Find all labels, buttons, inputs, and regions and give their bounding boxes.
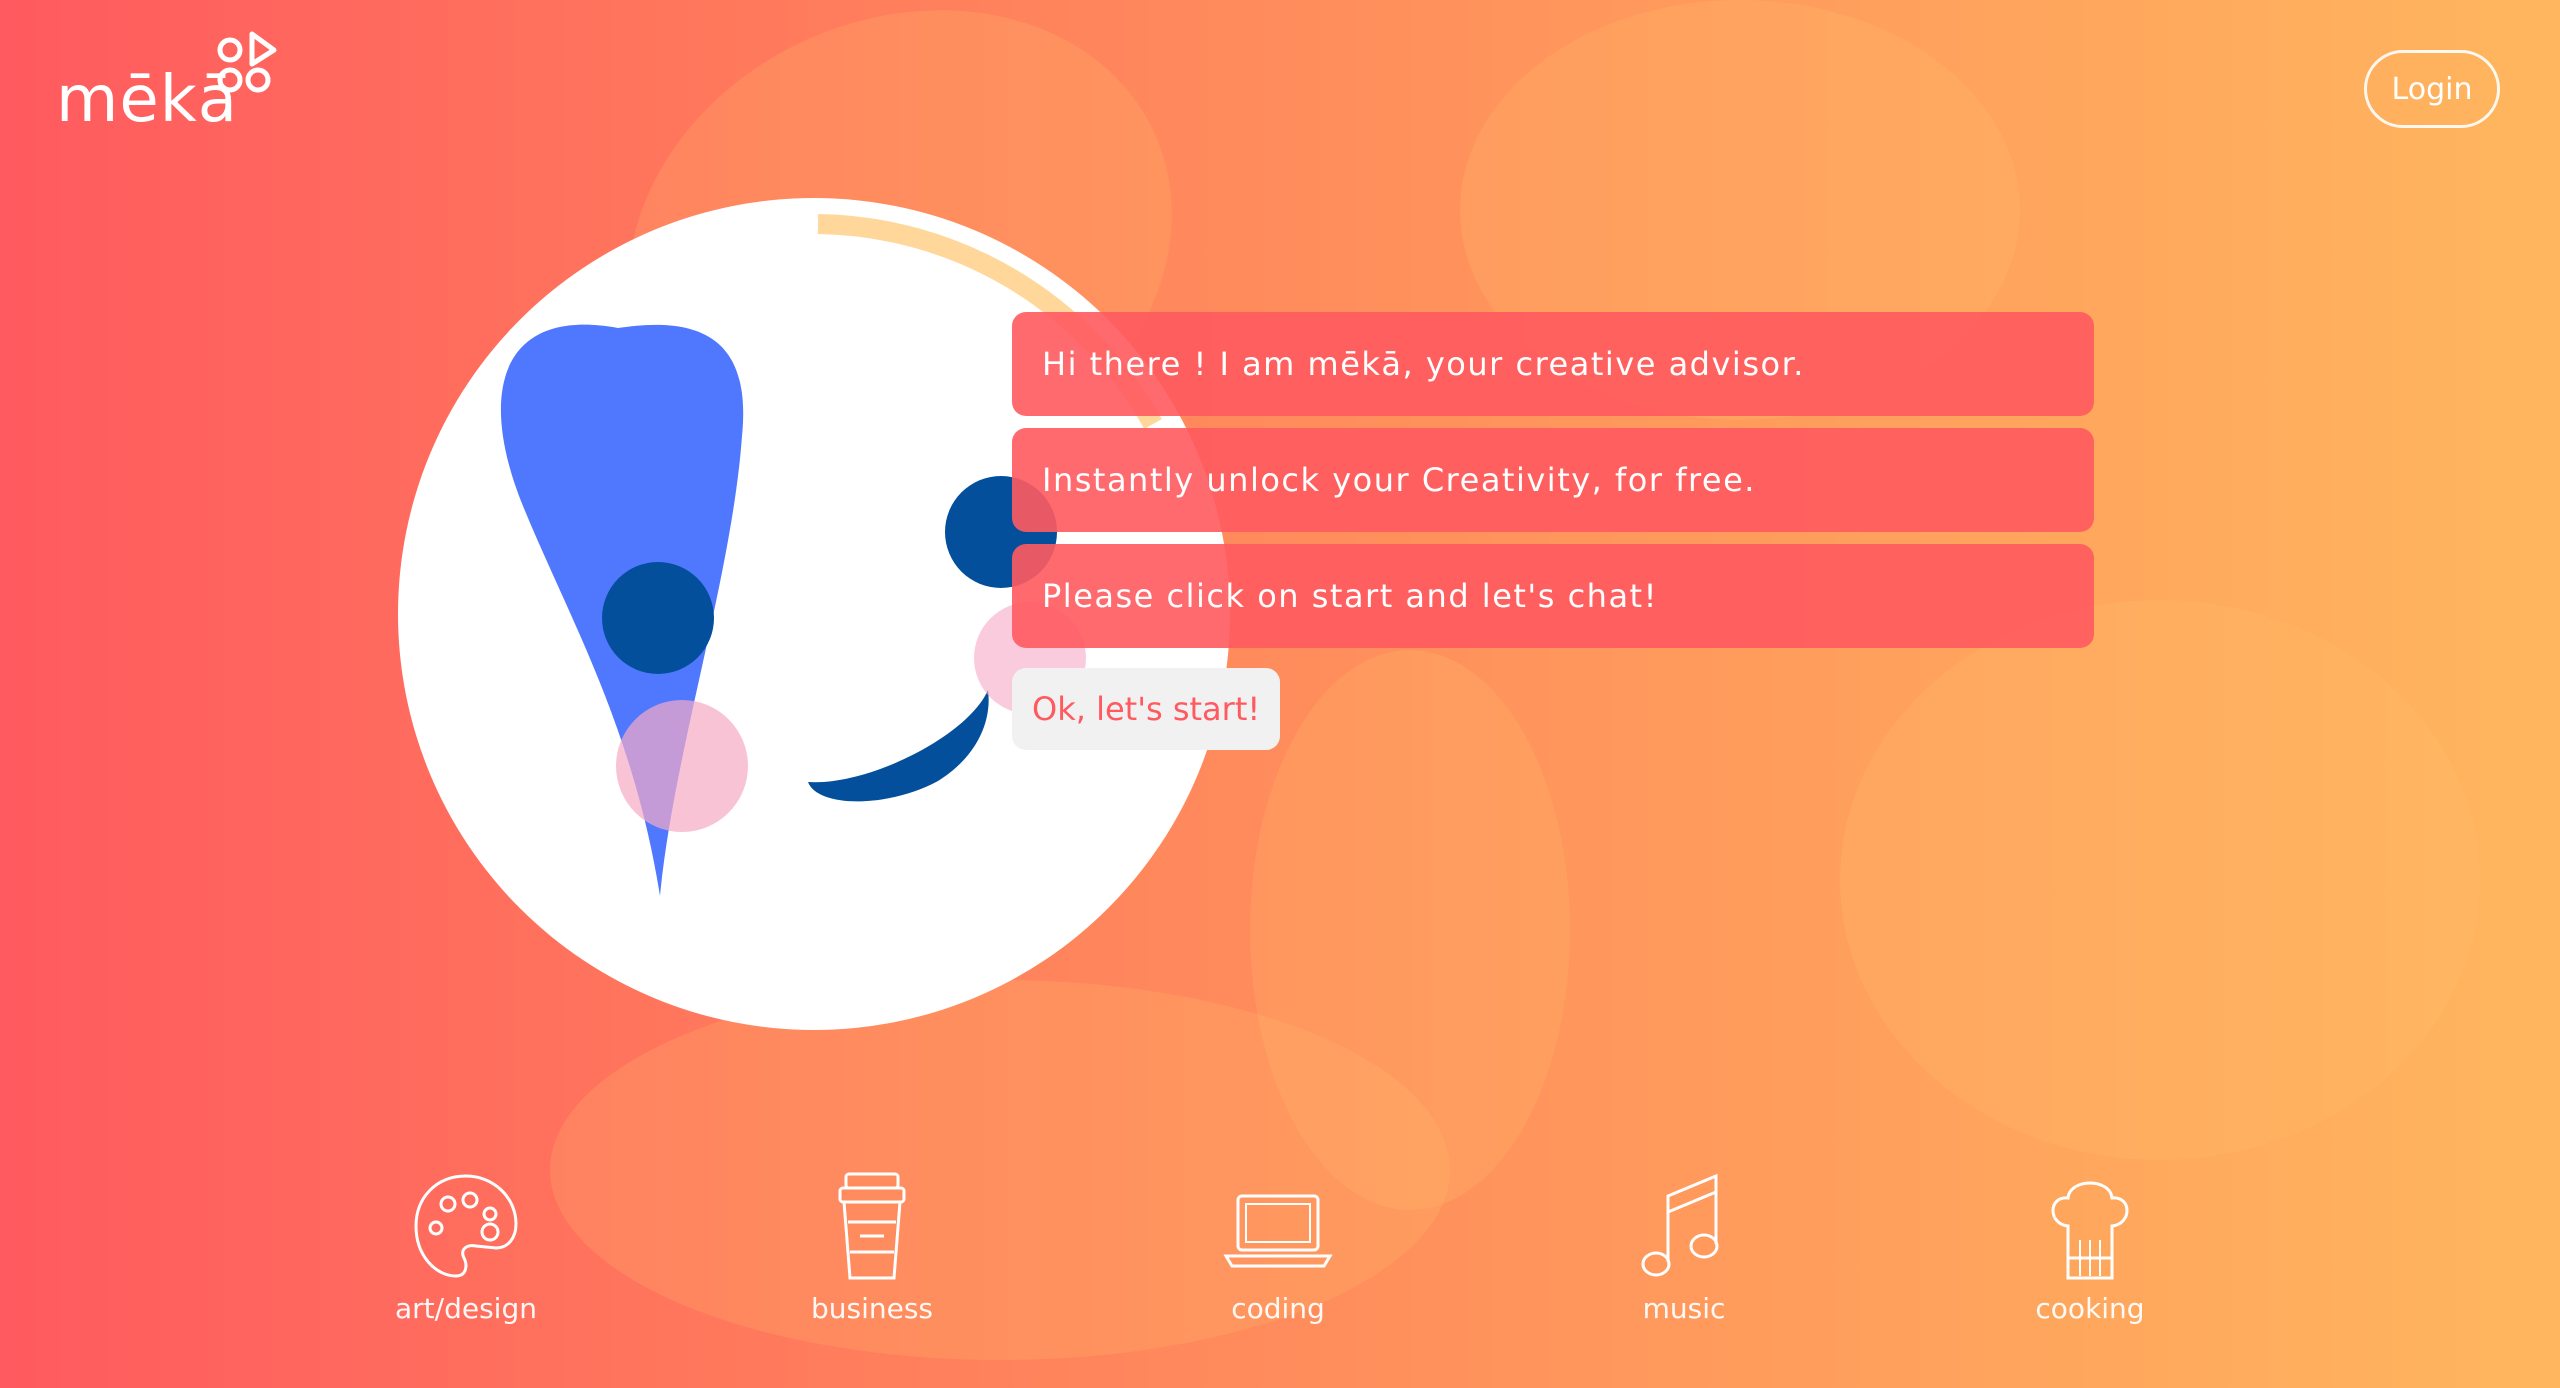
- palette-icon: [414, 1174, 518, 1278]
- meka-logo-icon: [217, 31, 277, 93]
- category-coding[interactable]: coding: [1178, 1166, 1378, 1325]
- category-label: cooking: [2035, 1292, 2145, 1325]
- category-cooking[interactable]: cooking: [1990, 1166, 2190, 1325]
- category-bar: art/design business coding music cooking: [0, 1166, 2560, 1346]
- laptop-icon: [1223, 1194, 1333, 1268]
- chat-message: Instantly unlock your Creativity, for fr…: [1012, 428, 2094, 532]
- start-chat-button[interactable]: Ok, let's start!: [1012, 668, 1281, 750]
- music-note-icon: [1641, 1173, 1719, 1277]
- coffee-cup-icon: [838, 1172, 906, 1280]
- category-label: art/design: [395, 1292, 537, 1325]
- logo-wordmark: mēkā: [56, 63, 238, 137]
- category-label: coding: [1231, 1292, 1325, 1325]
- category-music[interactable]: music: [1584, 1166, 1784, 1325]
- category-business[interactable]: business: [772, 1166, 972, 1325]
- chat-panel: Hi there ! I am mēkā, your creative advi…: [1012, 312, 2094, 750]
- login-button[interactable]: Login: [2364, 50, 2500, 128]
- chat-message: Please click on start and let's chat!: [1012, 544, 2094, 648]
- chef-hat-icon: [2051, 1181, 2129, 1280]
- meka-logo[interactable]: mēkā: [56, 28, 296, 148]
- category-art-design[interactable]: art/design: [366, 1166, 566, 1325]
- category-label: music: [1642, 1292, 1726, 1325]
- category-label: business: [810, 1292, 934, 1325]
- chat-message: Hi there ! I am mēkā, your creative advi…: [1012, 312, 2094, 416]
